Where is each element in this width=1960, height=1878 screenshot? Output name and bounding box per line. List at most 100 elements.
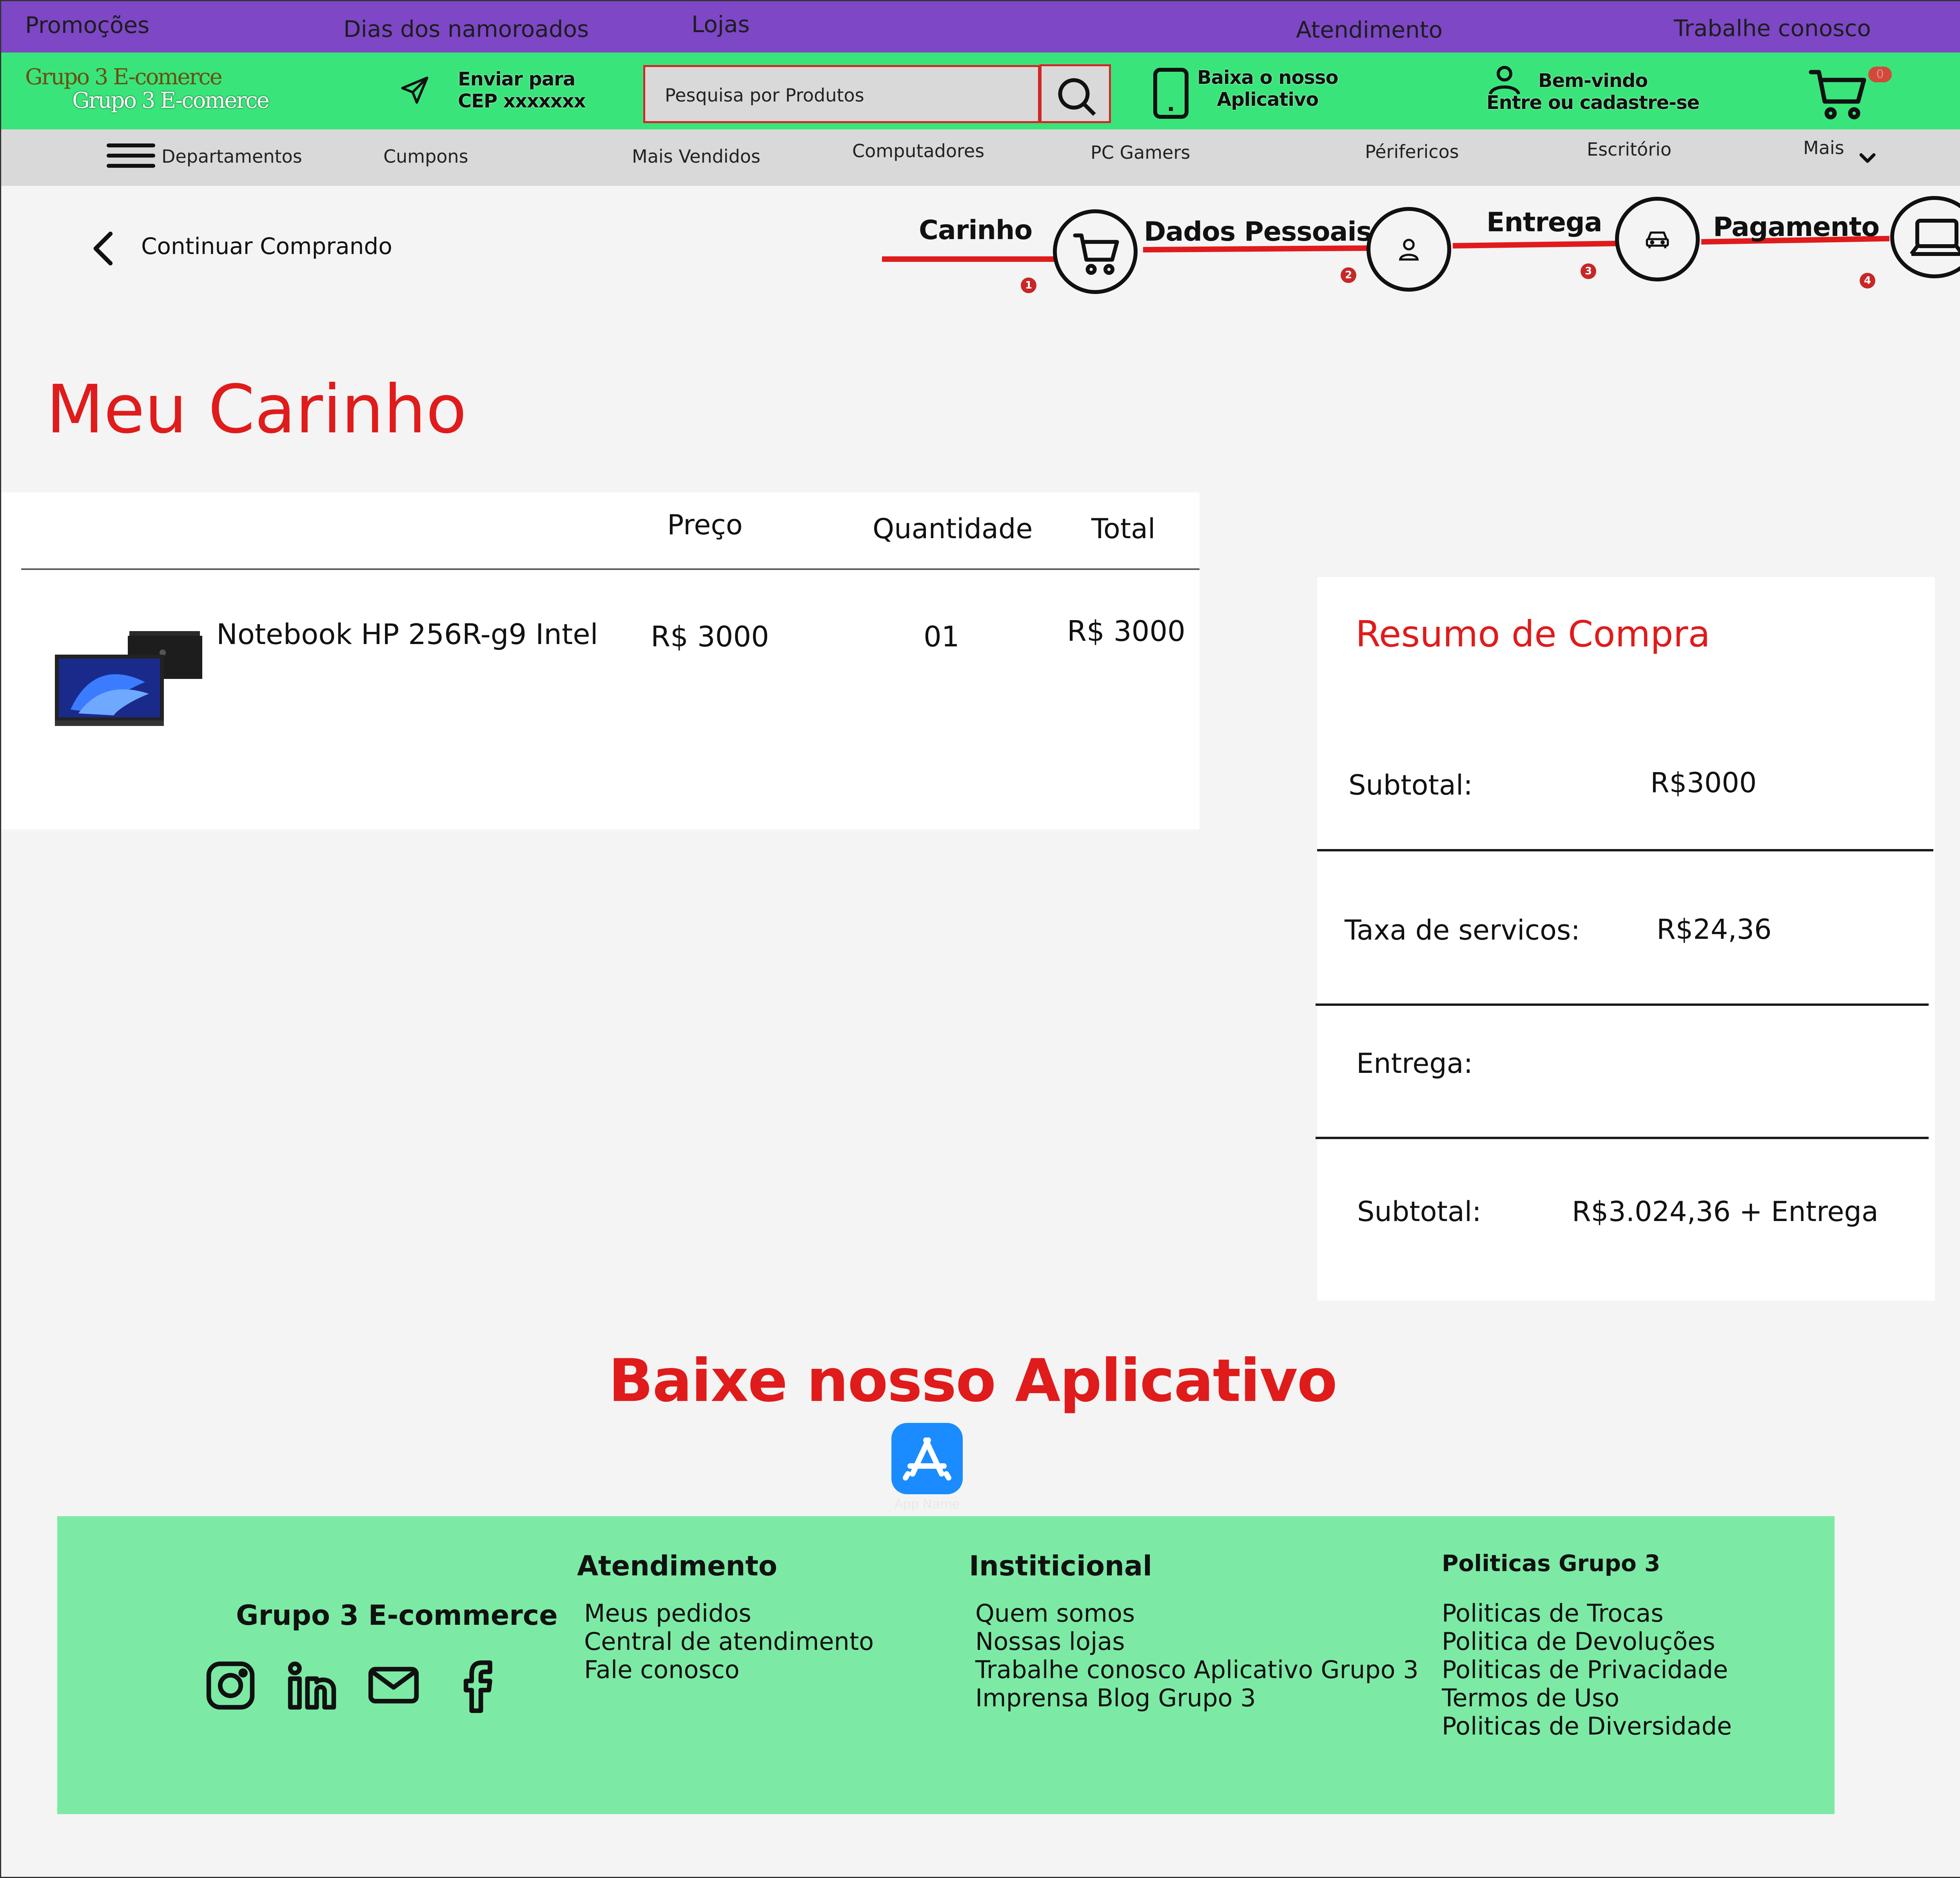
step-dados-pessoais[interactable] xyxy=(1367,207,1451,292)
column-header-quantidade: Quantidade xyxy=(873,513,1033,545)
send-icon[interactable] xyxy=(398,74,431,108)
app-label-line1: Baixa o nosso xyxy=(1197,67,1338,89)
footer-link-nossas-lojas[interactable]: Nossas lojas xyxy=(975,1628,1419,1656)
person-icon xyxy=(1398,237,1420,263)
table-row: Notebook HP 256R-g9 Intel R$ 3000 01 R$ … xyxy=(0,582,1200,747)
search-button[interactable] xyxy=(1040,64,1111,123)
footer-col-institucional-title: Institicional xyxy=(969,1550,1152,1582)
service-fee-label: Taxa de servicos: xyxy=(1345,914,1580,946)
product-quantity[interactable]: 01 xyxy=(924,620,960,653)
footer-link-quem-somos[interactable]: Quem somos xyxy=(975,1599,1419,1628)
search-input[interactable] xyxy=(665,83,1018,107)
nav-cumpons[interactable]: Cumpons xyxy=(383,146,468,167)
table-header-divider xyxy=(21,568,1200,570)
step-carinho[interactable] xyxy=(1053,209,1138,294)
step-carinho-label: Carinho xyxy=(919,215,1033,246)
phone-icon[interactable] xyxy=(1149,66,1192,122)
cart-icon[interactable] xyxy=(1807,64,1870,125)
login-area[interactable]: Bem-vindo Entre ou cadastre-se xyxy=(1486,70,1700,114)
shipping-cep[interactable]: Enviar para CEP xxxxxxx xyxy=(458,68,586,112)
step-number-1: 1 xyxy=(1021,278,1036,293)
chevron-down-icon[interactable] xyxy=(1857,147,1878,170)
download-app-title: Baixe nosso Aplicativo xyxy=(608,1347,1338,1415)
car-icon xyxy=(1644,227,1671,252)
footer-link-central-atendimento[interactable]: Central de atendimento xyxy=(584,1628,874,1656)
nav-computadores[interactable]: Computadores xyxy=(852,140,984,161)
footer-col-institucional: Quem somos Nossas lojas Trabalhe conosco… xyxy=(975,1599,1419,1712)
page-title: Meu Carinho xyxy=(46,371,467,448)
summary-divider xyxy=(1316,1137,1929,1139)
menu-icon[interactable] xyxy=(107,142,155,171)
step-number-2: 2 xyxy=(1341,267,1356,283)
top-bar: Promoções Dias dos namoroados Lojas Aten… xyxy=(0,0,1960,53)
download-app[interactable]: Baixa o nosso Aplicativo xyxy=(1197,67,1338,111)
total-label: Subtotal: xyxy=(1357,1196,1481,1228)
nav-departamentos[interactable]: Departamentos xyxy=(162,146,302,167)
nav-mais-vendidos[interactable]: Mais Vendidos xyxy=(632,146,760,167)
app-caption: App Name xyxy=(894,1497,960,1511)
cart-icon xyxy=(1070,227,1122,281)
nav-escritorio[interactable]: Escritório xyxy=(1587,139,1671,160)
step-pagamento-label: Pagamento xyxy=(1713,212,1880,243)
footer-link-privacidade[interactable]: Politicas de Privacidade xyxy=(1442,1656,1732,1684)
app-label-line2: Aplicativo xyxy=(1217,89,1319,111)
product-name[interactable]: Notebook HP 256R-g9 Intel xyxy=(216,618,598,651)
search-box xyxy=(643,65,1040,123)
footer-link-diversidade[interactable]: Politicas de Diversidade xyxy=(1442,1712,1732,1740)
top-link-promocoes[interactable]: Promoções xyxy=(25,12,149,38)
delivery-label: Entrega: xyxy=(1356,1047,1473,1080)
top-link-dias-namorados[interactable]: Dias dos namoroados xyxy=(343,16,589,42)
nav-mais[interactable]: Mais xyxy=(1803,137,1844,158)
footer-col-politicas-title: Politicas Grupo 3 xyxy=(1442,1550,1661,1577)
step-pagamento[interactable] xyxy=(1890,196,1960,278)
logo[interactable]: Grupo 3 E-comerce xyxy=(25,64,223,90)
cep-value: CEP xxxxxxx xyxy=(458,90,586,112)
nav-perifericos[interactable]: Périfericos xyxy=(1365,141,1459,162)
app-store-icon[interactable] xyxy=(891,1423,963,1494)
main-header: Grupo 3 E-comerce Grupo 3 E-comerce Envi… xyxy=(0,53,1960,129)
step-number-3: 3 xyxy=(1581,263,1596,279)
subtotal-value: R$3000 xyxy=(1650,767,1757,799)
column-header-preco: Preço xyxy=(667,509,743,541)
footer-col-atendimento-title: Atendimento xyxy=(577,1550,777,1582)
continue-shopping-label: Continuar Comprando xyxy=(141,233,392,259)
step-line-3 xyxy=(1452,241,1618,249)
footer-col-atendimento: Meus pedidos Central de atendimento Fale… xyxy=(584,1599,874,1684)
search-icon xyxy=(1053,73,1100,122)
step-entrega[interactable] xyxy=(1615,197,1700,281)
step-number-4: 4 xyxy=(1860,273,1875,289)
cart-count-badge: 0 xyxy=(1868,67,1892,82)
shipping-label: Enviar para xyxy=(458,68,575,90)
product-price: R$ 3000 xyxy=(651,620,769,653)
subtotal-label: Subtotal: xyxy=(1348,769,1473,801)
nav-pc-gamers[interactable]: PC Gamers xyxy=(1091,142,1190,163)
cart-table: Preço Quantidade Total Notebook HP 256R-… xyxy=(0,492,1200,829)
facebook-icon[interactable] xyxy=(452,1658,499,1715)
footer-link-imprensa[interactable]: Imprensa Blog Grupo 3 xyxy=(975,1684,1419,1712)
logo-shadow-text: Grupo 3 E-comerce xyxy=(72,88,270,113)
column-header-total: Total xyxy=(1091,513,1156,545)
footer-link-termos[interactable]: Termos de Uso xyxy=(1442,1684,1732,1712)
footer-brand: Grupo 3 E-commerce xyxy=(236,1599,558,1631)
service-fee-value: R$24,36 xyxy=(1657,913,1772,945)
total-value: R$3.024,36 + Entrega xyxy=(1572,1196,1878,1228)
mail-icon[interactable] xyxy=(366,1660,421,1712)
top-link-lojas[interactable]: Lojas xyxy=(691,11,750,38)
linkedin-icon[interactable] xyxy=(285,1658,339,1715)
footer-link-meus-pedidos[interactable]: Meus pedidos xyxy=(584,1599,874,1628)
instagram-icon[interactable] xyxy=(203,1658,258,1715)
footer-link-trocas[interactable]: Politicas de Trocas xyxy=(1442,1599,1732,1628)
footer-link-fale-conosco[interactable]: Fale conosco xyxy=(584,1656,874,1684)
footer-col-politicas: Politicas de Trocas Politica de Devoluçõ… xyxy=(1442,1599,1732,1740)
top-link-trabalhe-conosco[interactable]: Trabalhe conosco xyxy=(1674,15,1871,42)
footer-link-trabalhe-conosco[interactable]: Trabalhe conosco Aplicativo Grupo 3 xyxy=(975,1656,1419,1684)
category-nav: Departamentos Cumpons Mais Vendidos Comp… xyxy=(0,129,1960,186)
welcome-label: Bem-vindo xyxy=(1538,70,1648,92)
step-dados-label: Dados Pessoais xyxy=(1144,216,1372,247)
top-link-atendimento[interactable]: Atendimento xyxy=(1296,16,1443,43)
login-register-link: Entre ou cadastre-se xyxy=(1486,92,1700,114)
step-line-1 xyxy=(882,256,1057,262)
product-image[interactable] xyxy=(55,631,204,731)
footer-link-devolucoes[interactable]: Politica de Devoluções xyxy=(1442,1628,1732,1656)
summary-divider xyxy=(1316,1003,1929,1006)
